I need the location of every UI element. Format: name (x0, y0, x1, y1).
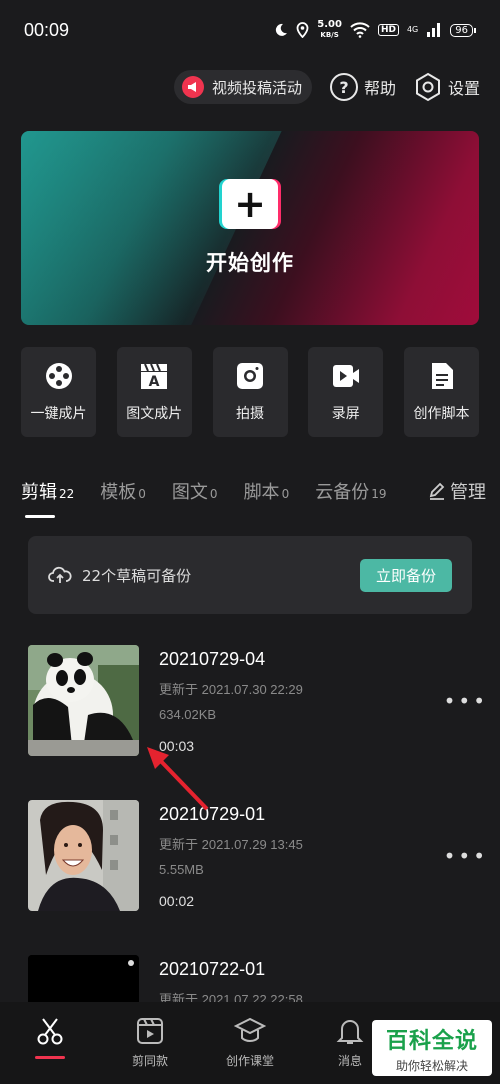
draft-item[interactable]: 20210729-04 更新于 2021.07.30 22:29 634.02K… (28, 645, 488, 800)
quick-action-shoot[interactable]: 拍摄 (212, 347, 288, 437)
top-bar: 视频投稿活动 ? 帮助 设置 (173, 70, 480, 104)
wifi-icon (350, 22, 370, 38)
quick-action-label: 录屏 (331, 406, 360, 422)
quick-action-label: 图文成片 (126, 406, 183, 422)
manage-label: 管理 (450, 482, 486, 503)
draft-duration: 00:02 (159, 893, 195, 909)
draft-updated: 更新于 2021.07.30 22:29 (159, 682, 303, 697)
bell-icon (336, 1020, 364, 1044)
tab-count: 0 (209, 487, 218, 501)
film-reel-icon (45, 363, 72, 389)
status-icons: 5.00 KB/S HD 4G 96 (274, 20, 476, 40)
draft-thumbnail (28, 800, 139, 911)
nav-edit[interactable] (5, 1016, 95, 1059)
quick-action-script[interactable]: 创作脚本 (404, 347, 479, 437)
draft-title: 20210729-04 (159, 649, 266, 669)
megaphone-icon (181, 76, 204, 98)
text-clapper-icon: A (141, 363, 168, 390)
gear-icon (415, 72, 440, 102)
network-type: 4G (406, 25, 419, 34)
pencil-icon (429, 482, 445, 500)
backup-now-button[interactable]: 立即备份 (359, 558, 452, 592)
draft-item[interactable]: 20210729-01 更新于 2021.07.29 13:45 5.55MB … (28, 800, 488, 955)
quick-actions: 一键成片 A 图文成片 拍摄 录屏 创作脚本 (21, 347, 479, 437)
tab-count: 0 (138, 487, 146, 501)
location-icon (296, 22, 309, 38)
draft-tabs: 剪辑 22 模板 0 图文 0 脚本 0 云备份 19 管理 (21, 478, 486, 518)
nav-label: 剪同款 (131, 1054, 168, 1068)
tab-image-text[interactable]: 图文 0 (172, 478, 218, 504)
draft-size: 5.55MB (159, 862, 204, 877)
quick-action-text-video[interactable]: A 图文成片 (116, 347, 192, 437)
speed-value: 5.00 (317, 19, 342, 30)
tab-label: 模板 (100, 482, 137, 503)
quick-action-label: 一键成片 (30, 406, 87, 422)
battery-level: 96 (450, 23, 473, 37)
camera-icon (237, 363, 263, 389)
hd-badge: HD (377, 24, 399, 36)
help-button[interactable]: ? 帮助 (329, 73, 396, 101)
script-doc-icon (431, 363, 453, 389)
plus-icon: + (222, 179, 278, 229)
network-speed: 5.00 KB/S (317, 20, 342, 40)
moon-icon (276, 23, 288, 36)
quick-action-label: 创作脚本 (413, 406, 470, 422)
screen-record-icon (332, 365, 359, 387)
quick-action-label: 拍摄 (236, 406, 264, 422)
tab-edit[interactable]: 剪辑 22 (21, 478, 75, 518)
nav-active-indicator (35, 1056, 65, 1059)
status-time: 00:09 (24, 19, 70, 40)
start-creation-banner[interactable]: + 开始创作 (21, 131, 479, 325)
tab-count: 22 (59, 487, 75, 501)
graduation-cap-icon (234, 1017, 266, 1042)
help-label: 帮助 (363, 79, 396, 98)
scissors-icon (37, 1018, 63, 1045)
nav-label: 消息 (337, 1054, 362, 1068)
watermark-logo: 百科全说 助你轻松解决 (372, 1020, 492, 1076)
manage-button[interactable]: 管理 (428, 478, 486, 504)
promo-button[interactable]: 视频投稿活动 (173, 70, 312, 104)
tab-scripts[interactable]: 脚本 0 (244, 478, 290, 504)
tab-count: 19 (371, 487, 387, 501)
nav-templates[interactable]: 剪同款 (105, 1016, 195, 1069)
more-options-icon[interactable]: ••• (444, 844, 488, 868)
quick-action-screen-record[interactable]: 录屏 (308, 347, 384, 437)
nav-classroom[interactable]: 创作课堂 (205, 1016, 295, 1069)
more-options-icon[interactable]: ••• (444, 689, 488, 713)
tab-label: 云备份 (315, 482, 370, 503)
cloud-upload-icon (48, 566, 72, 583)
battery: 96 (450, 23, 476, 37)
tab-label: 脚本 (243, 482, 280, 503)
tab-label: 剪辑 (21, 482, 57, 503)
help-icon: ? (329, 73, 358, 101)
battery-tip (474, 27, 476, 33)
settings-label: 设置 (447, 79, 480, 98)
promo-label: 视频投稿活动 (211, 78, 302, 97)
draft-size: 634.02KB (159, 707, 217, 722)
red-arrow-annotation (147, 747, 209, 811)
clapper-icon (137, 1018, 163, 1044)
draft-list: 20210729-04 更新于 2021.07.30 22:29 634.02K… (28, 645, 488, 1015)
tab-templates[interactable]: 模板 0 (100, 478, 146, 504)
tab-label: 图文 (171, 482, 208, 503)
watermark-sub: 助你轻松解决 (395, 1058, 468, 1073)
backup-text: 22个草稿可备份 (82, 566, 192, 585)
speed-unit: KB/S (320, 31, 339, 39)
signal-icon (427, 23, 441, 37)
draft-updated: 更新于 2021.07.29 13:45 (159, 837, 303, 852)
quick-action-one-click[interactable]: 一键成片 (21, 347, 96, 437)
draft-thumbnail (28, 645, 139, 756)
tab-count: 0 (281, 487, 290, 501)
status-bar: 00:09 5.00 KB/S HD 4G 96 (0, 0, 500, 60)
start-creation-label: 开始创作 (206, 251, 294, 275)
svg-text:A: A (149, 374, 160, 390)
draft-title: 20210722-01 (159, 959, 266, 979)
nav-label: 创作课堂 (225, 1054, 274, 1068)
draft-info: 20210729-01 更新于 2021.07.29 13:45 5.55MB … (159, 800, 303, 955)
settings-button[interactable]: 设置 (414, 72, 480, 102)
backup-banner: 22个草稿可备份 立即备份 (28, 536, 472, 614)
watermark-main: 百科全说 (385, 1028, 478, 1054)
tab-cloud-backup[interactable]: 云备份 19 (315, 478, 386, 504)
